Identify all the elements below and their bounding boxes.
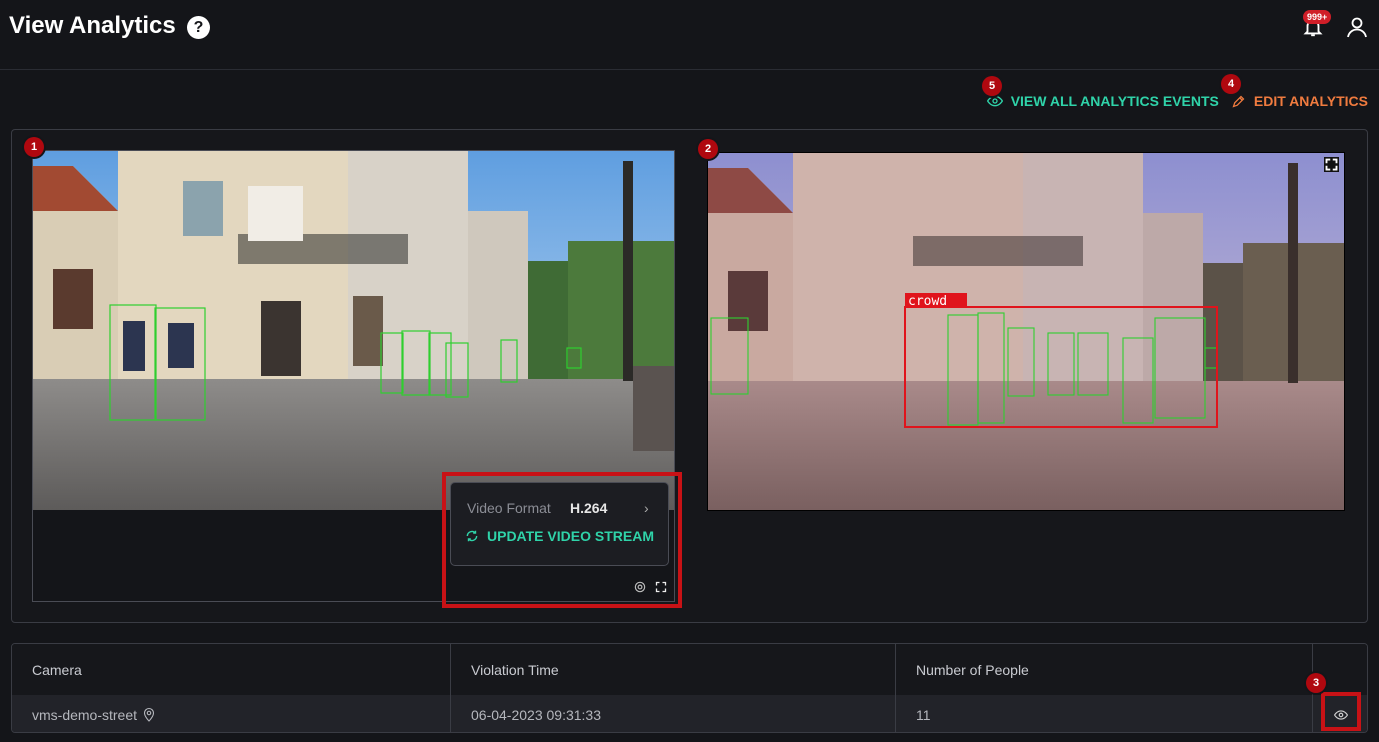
step-badge-1: 1 (24, 137, 44, 157)
people-count-cell: 11 (896, 695, 1313, 732)
edit-analytics-link[interactable]: EDIT ANALYTICS (1231, 93, 1368, 109)
user-icon[interactable] (1345, 15, 1369, 39)
view-all-events-label: VIEW ALL ANALYTICS EVENTS (1010, 93, 1219, 109)
camera-cell: vms-demo-street (12, 695, 451, 732)
top-bar: View Analytics ? 999+ (0, 0, 1379, 70)
step-badge-4: 4 (1221, 74, 1241, 94)
live-video-frame[interactable] (33, 151, 674, 510)
column-header-camera: Camera (12, 644, 451, 695)
violation-time-cell: 06-04-2023 09:31:33 (451, 695, 896, 732)
column-header-number-of-people: Number of People (896, 644, 1313, 695)
help-icon[interactable]: ? (187, 16, 210, 39)
location-pin-icon[interactable] (143, 707, 155, 722)
highlight-video-settings (442, 472, 682, 608)
highlight-view-row (1321, 692, 1361, 731)
street-scene-image (33, 151, 674, 510)
analytics-video-frame[interactable]: crowd (707, 152, 1345, 511)
eye-icon (986, 95, 1003, 107)
step-badge-2: 2 (698, 139, 718, 159)
step-badge-5: 5 (982, 76, 1002, 96)
fullscreen-icon[interactable] (1324, 157, 1339, 172)
pencil-icon (1232, 95, 1245, 107)
table-header: Camera Violation Time Number of People (12, 644, 1367, 695)
step-badge-3: 3 (1306, 673, 1326, 693)
camera-name: vms-demo-street (32, 706, 138, 723)
notification-badge: 999+ (1303, 10, 1332, 24)
view-all-events-link[interactable]: VIEW ALL ANALYTICS EVENTS (986, 93, 1219, 109)
column-header-violation-time: Violation Time (451, 644, 896, 695)
table-row[interactable]: vms-demo-street 06-04-2023 09:31:33 11 (12, 695, 1367, 732)
action-links: VIEW ALL ANALYTICS EVENTS EDIT ANALYTICS (986, 90, 1368, 112)
edit-analytics-label: EDIT ANALYTICS (1253, 93, 1368, 109)
violations-table: Camera Violation Time Number of People v… (11, 643, 1368, 733)
analytics-scene-image: crowd (708, 153, 1344, 510)
page-title: View Analytics (9, 12, 176, 39)
crowd-label: crowd (908, 294, 947, 309)
